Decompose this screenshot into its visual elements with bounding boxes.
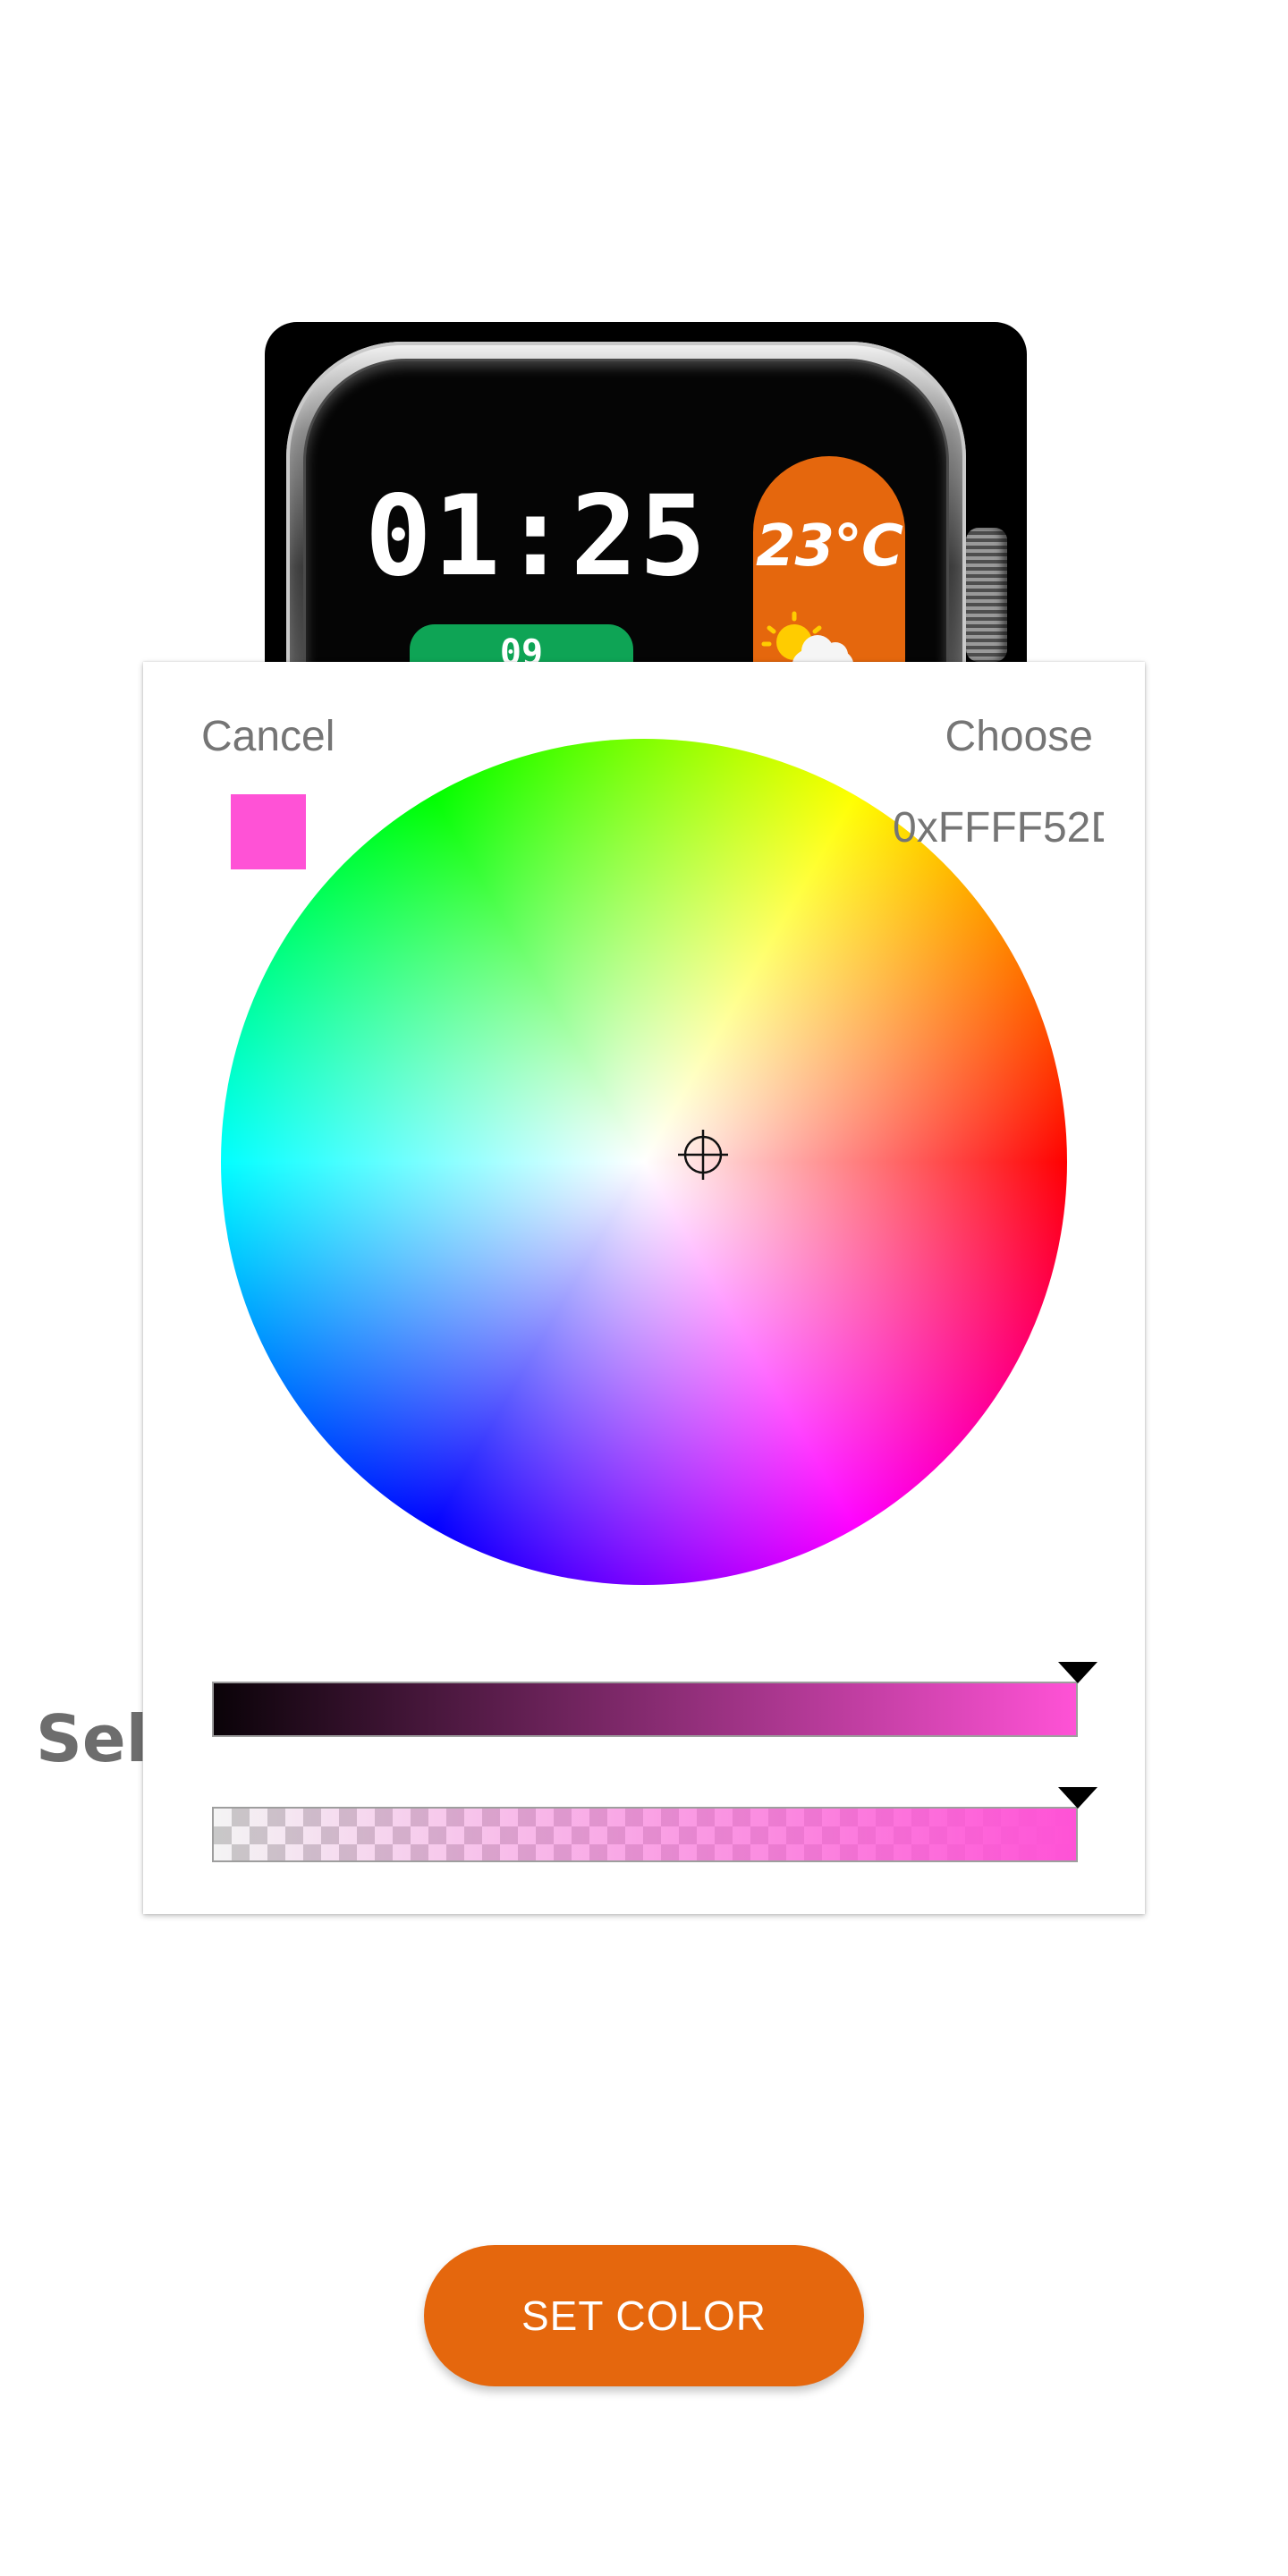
temperature-label: 23°C <box>755 513 903 580</box>
set-color-button[interactable]: SET COLOR <box>424 2245 864 2386</box>
digital-crown <box>966 528 1007 662</box>
selected-color-swatch <box>231 794 306 869</box>
cancel-button[interactable]: Cancel <box>201 712 335 761</box>
color-picker-dialog: Cancel Choose 0xFFFF52D <box>143 662 1145 1914</box>
watch-face-customize-screen: 01:25 09 23°C Sel Cancel Choose 0xFFFF52… <box>0 0 1288 2576</box>
watch-time: 01:25 <box>365 472 708 601</box>
alpha-slider[interactable] <box>212 1807 1078 1862</box>
choose-button[interactable]: Choose <box>945 712 1093 761</box>
watch-preview: 01:25 09 23°C <box>265 322 1027 698</box>
alpha-slider-thumb[interactable] <box>1058 1787 1097 1809</box>
brightness-slider-thumb[interactable] <box>1058 1662 1097 1683</box>
color-wheel[interactable] <box>221 739 1067 1585</box>
brightness-slider[interactable] <box>212 1682 1078 1737</box>
section-heading: Sel <box>36 1701 148 1776</box>
hex-value-field[interactable]: 0xFFFF52D <box>893 794 1104 862</box>
